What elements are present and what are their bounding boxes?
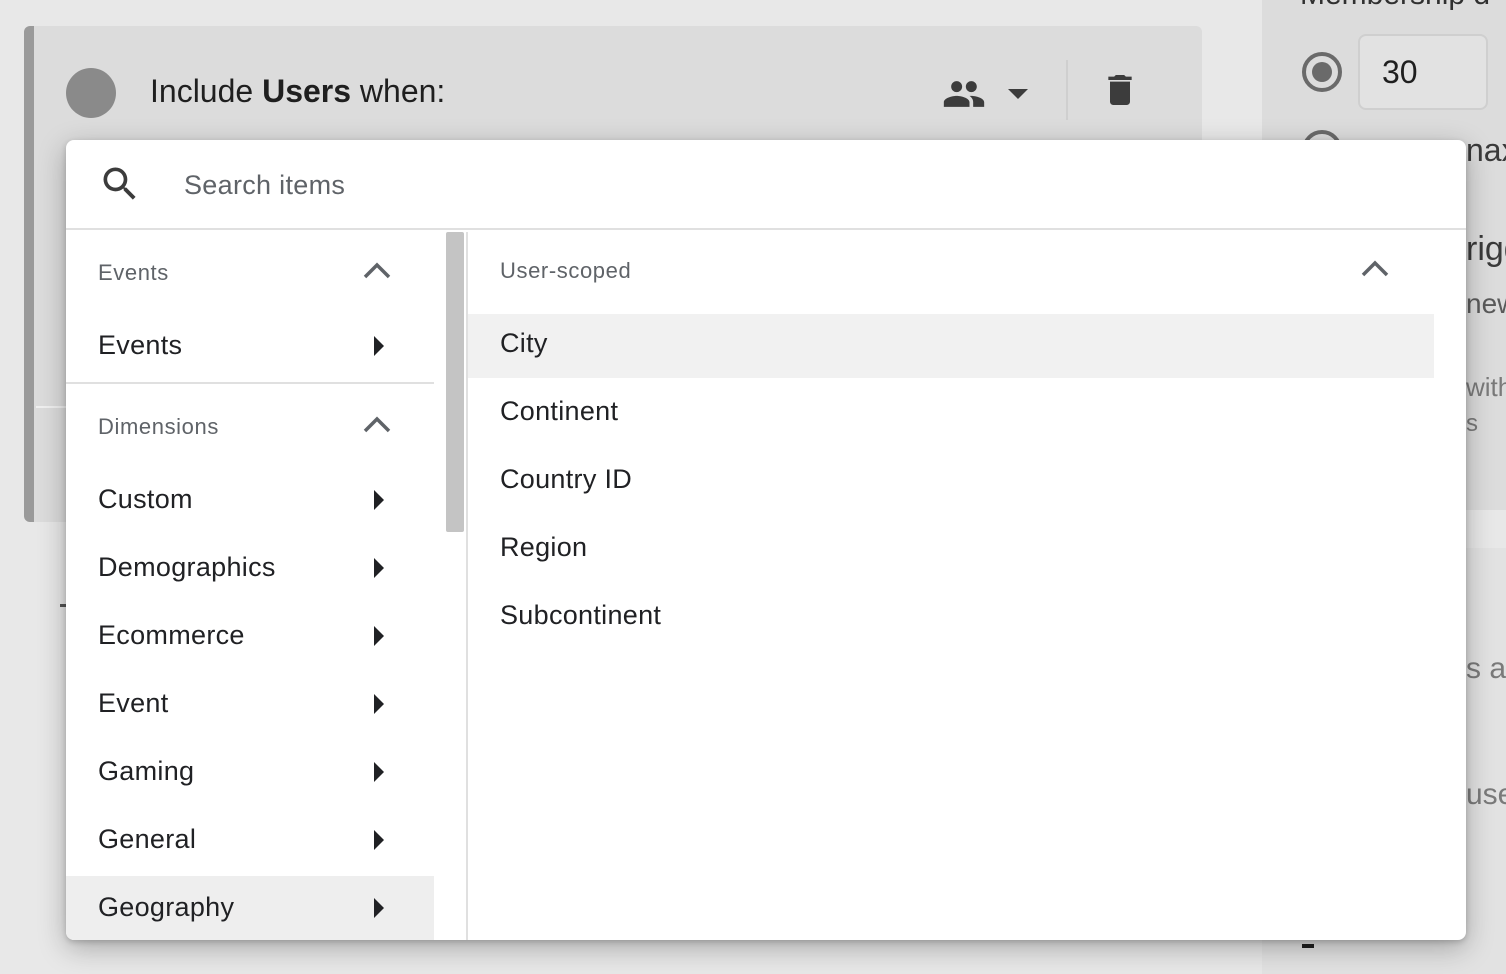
menu-item-gaming[interactable]: Gaming	[66, 742, 434, 804]
option-continent[interactable]: Continent	[468, 382, 1434, 446]
menu-item-label: Events	[98, 330, 183, 360]
peek-text-max: nax	[1466, 132, 1506, 168]
caret-right-icon	[372, 488, 386, 517]
peek-text-sa: s au	[1466, 652, 1506, 685]
option-label: Region	[500, 532, 588, 562]
section-header-user-scoped[interactable]: User-scoped	[468, 232, 1434, 312]
section-header-dimensions[interactable]: Dimensions	[66, 392, 434, 456]
option-city[interactable]: City	[468, 314, 1434, 378]
search-input[interactable]	[184, 160, 1384, 210]
dimension-picker-popup: Events Events Dimensions Custom Demograp…	[66, 140, 1466, 940]
menu-item-label: General	[98, 824, 197, 854]
menu-item-label: Custom	[98, 484, 193, 514]
title-suffix: when:	[351, 73, 446, 109]
duration-input[interactable]	[1358, 34, 1488, 110]
section-divider	[66, 382, 434, 384]
section-label: Events	[98, 260, 169, 285]
delete-button[interactable]	[1100, 68, 1140, 112]
chevron-up-icon	[1360, 258, 1390, 283]
menu-item-label: Ecommerce	[98, 620, 245, 650]
menu-item-geography[interactable]: Geography	[66, 876, 434, 940]
option-label: Continent	[500, 396, 619, 426]
chevron-up-icon	[362, 260, 392, 285]
option-label: Subcontinent	[500, 600, 662, 630]
search-icon	[98, 162, 142, 206]
bottom-dash	[1302, 944, 1314, 948]
radio-dot	[1312, 62, 1332, 82]
menu-item-demographics[interactable]: Demographics	[66, 538, 434, 600]
menu-item-label: Geography	[98, 892, 235, 922]
chevron-up-icon	[362, 414, 392, 439]
option-label: Country ID	[500, 464, 633, 494]
caret-down-icon	[1006, 87, 1030, 101]
menu-item-events[interactable]: Events	[66, 316, 434, 378]
caret-right-icon	[372, 556, 386, 585]
caret-right-icon	[372, 828, 386, 857]
category-scrollbar-thumb[interactable]	[446, 232, 464, 532]
membership-title: Membership d	[1300, 0, 1490, 12]
trash-icon	[1100, 75, 1140, 116]
duration-radio-selected[interactable]	[1302, 52, 1342, 92]
header-separator	[1066, 60, 1068, 120]
section-header-events[interactable]: Events	[66, 238, 434, 302]
search-row	[66, 140, 1466, 230]
menu-item-custom[interactable]: Custom	[66, 470, 434, 532]
people-icon	[936, 72, 992, 116]
menu-item-event[interactable]: Event	[66, 674, 434, 736]
caret-right-icon	[372, 896, 386, 925]
condition-title: Include Users when:	[150, 72, 445, 110]
peek-text-use: use	[1466, 778, 1506, 811]
section-label: Dimensions	[98, 414, 219, 439]
dimension-options: User-scoped City Continent Country ID Re…	[468, 232, 1466, 940]
scope-dropdown-button[interactable]	[936, 70, 1036, 118]
caret-right-icon	[372, 624, 386, 653]
caret-right-icon	[372, 760, 386, 789]
title-scope: Users	[262, 73, 352, 109]
menu-item-label: Demographics	[98, 552, 276, 582]
option-region[interactable]: Region	[468, 518, 1434, 582]
option-country-id[interactable]: Country ID	[468, 450, 1434, 514]
peek-text-with: with	[1466, 372, 1506, 402]
option-subcontinent[interactable]: Subcontinent	[468, 586, 1434, 650]
menu-item-label: Event	[98, 688, 169, 718]
caret-right-icon	[372, 334, 386, 363]
condition-avatar	[66, 68, 116, 118]
title-prefix: Include	[150, 73, 263, 109]
option-label: City	[500, 328, 548, 358]
caret-right-icon	[372, 692, 386, 721]
peek-text-s: s	[1466, 410, 1478, 437]
peek-text-new: new	[1466, 288, 1506, 319]
menu-item-ecommerce[interactable]: Ecommerce	[66, 606, 434, 668]
menu-item-general[interactable]: General	[66, 810, 434, 872]
peek-text-trigger: rigg	[1466, 230, 1506, 268]
section-label: User-scoped	[500, 258, 632, 283]
category-list: Events Events Dimensions Custom Demograp…	[66, 232, 434, 940]
menu-item-label: Gaming	[98, 756, 195, 786]
